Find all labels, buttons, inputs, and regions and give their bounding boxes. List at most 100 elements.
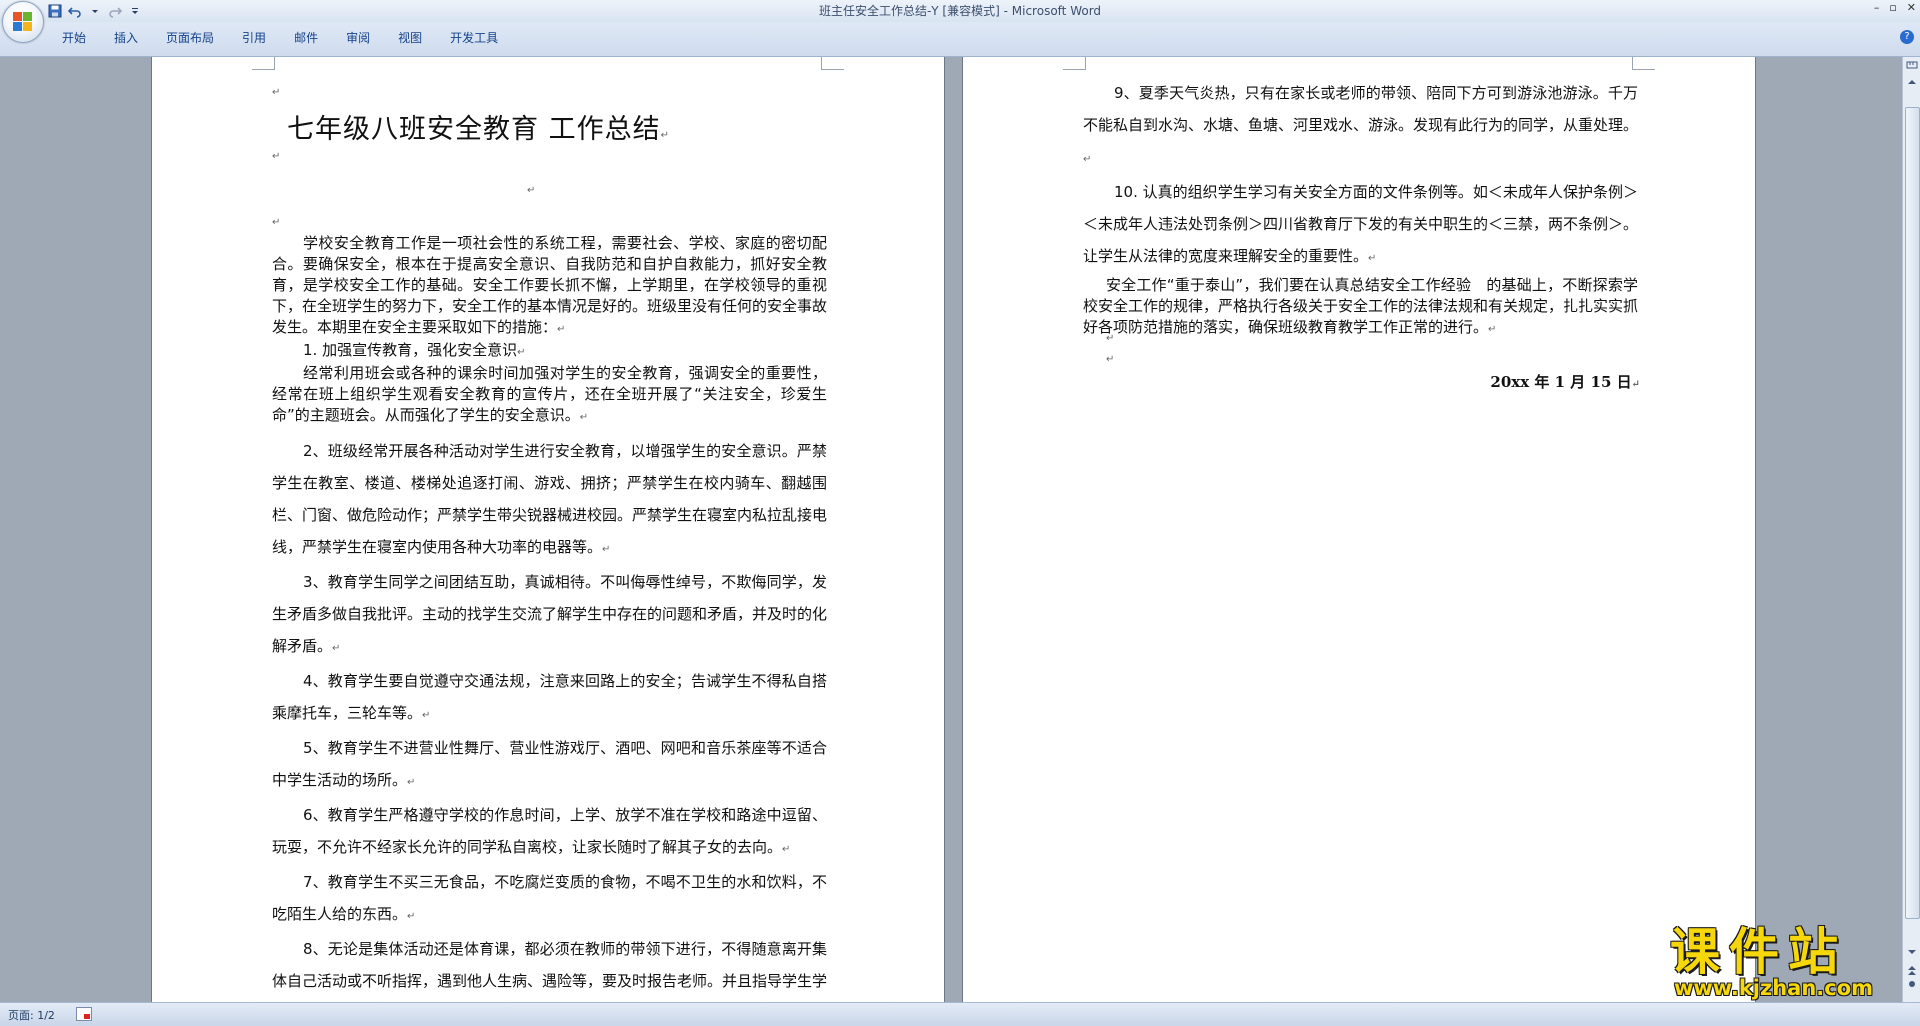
paragraph-mark: ↵ <box>527 185 536 196</box>
paragraph-mark: ↵ <box>660 130 670 141</box>
paragraph-text: 1. 加强宣传教育，强化安全意识 <box>303 341 518 359</box>
paragraph-text: 学校安全教育工作是一项社会性的系统工程，需要社会、学校、家庭的密切配合。要确保安… <box>272 234 828 336</box>
undo-icon[interactable] <box>67 4 82 18</box>
paragraph-text: 10. 认真的组织学生学习有关安全方面的文件条例等。如＜未成年人保护条例＞＜未成… <box>1083 183 1639 265</box>
document-page-1: ↵ 七年级八班安全教育 工作总结↵ ↵ ↵ ↵ 学校安全教育工作是一项社会性的系… <box>152 57 944 1002</box>
margin-corner-mark <box>252 57 275 70</box>
status-bar: 页面: 1/2 <box>0 1002 1920 1026</box>
tab-insert[interactable]: 插入 <box>100 27 152 49</box>
previous-page-icon[interactable] <box>1905 965 1918 979</box>
paragraph-text: 9、夏季天气炎热，只有在家长或老师的带领、陪同下方可到游泳池游泳。千万不能私自到… <box>1083 84 1639 134</box>
paragraph-mark: ↵ <box>557 324 566 335</box>
paragraph-mark: ↵ <box>1488 324 1497 335</box>
paragraph-mark: ↵ <box>332 643 341 654</box>
browse-object-icon[interactable] <box>1905 979 1918 993</box>
paragraph: 4、教育学生要自觉遵守交通法规，注意来回路上的安全；告诫学生不得私自搭乘摩托车，… <box>272 665 827 732</box>
paragraph: 5、教育学生不进营业性舞厅、营业性游戏厅、酒吧、网吧和音乐茶座等不适合中学生活动… <box>272 732 827 799</box>
date-signature: 20xx 年 1 月 15 日↵ <box>1490 371 1640 392</box>
document-title-text: 七年级八班安全教育 工作总结 <box>287 114 661 145</box>
paragraph-mark: ↵ <box>272 87 281 98</box>
paragraph-mark: ↵ <box>602 544 611 555</box>
paragraph: 学校安全教育工作是一项社会性的系统工程，需要社会、学校、家庭的密切配合。要确保安… <box>272 233 827 340</box>
paragraph-text: 8、无论是集体活动还是体育课，都必须在教师的带领下进行，不得随意离开集体自己活动… <box>272 940 828 990</box>
office-logo-icon <box>13 12 33 32</box>
document-name: 班主任安全工作总结-Y [兼容模式] - <box>818 4 1012 18</box>
paragraph-mark: ↵ <box>1083 154 1092 165</box>
tab-developer[interactable]: 开发工具 <box>436 27 512 49</box>
paragraph-mark: ↵ <box>1106 354 1115 365</box>
watermark-logo: 课件站 www.kjzhan.com <box>1670 924 1902 1002</box>
paragraph-mark: ↵ <box>272 217 281 228</box>
watermark-url: www.kjzhan.com <box>1674 976 1874 1000</box>
ribbon-tab-bar: 开始 插入 页面布局 引用 邮件 审阅 视图 开发工具 <box>0 22 1920 57</box>
office-button[interactable] <box>2 1 44 43</box>
watermark-text: 课件站 <box>1670 923 1847 981</box>
paragraph: 8、无论是集体活动还是体育课，都必须在教师的带领下进行，不得随意离开集体自己活动… <box>272 933 827 1002</box>
paragraph-mark: ↵ <box>782 844 791 855</box>
margin-corner-mark <box>821 57 844 70</box>
paragraph-text: 4、教育学生要自觉遵守交通法规，注意来回路上的安全；告诫学生不得私自搭乘摩托车，… <box>272 672 827 722</box>
title-bar: 班主任安全工作总结-Y [兼容模式] - Microsoft Word – ▫ … <box>0 0 1920 22</box>
tab-references[interactable]: 引用 <box>228 27 280 49</box>
paragraph-mark: ↵ <box>1106 333 1115 344</box>
scrollbar-thumb[interactable] <box>1905 107 1920 919</box>
page-counter[interactable]: 页面: 1/2 <box>8 1007 55 1023</box>
paragraph: 7、教育学生不买三无食品，不吃腐烂变质的食物，不喝不卫生的水和饮料，不吃陌生人给… <box>272 866 827 933</box>
paragraph-mark: ↵ <box>1631 379 1640 390</box>
document-body[interactable]: 学校安全教育工作是一项社会性的系统工程，需要社会、学校、家庭的密切配合。要确保安… <box>272 233 827 1002</box>
paragraph-text: 3、教育学生同学之间团结互助，真诚相待。不叫侮辱性绰号，不欺侮同学，发生矛盾多做… <box>272 573 828 655</box>
window-title: 班主任安全工作总结-Y [兼容模式] - Microsoft Word <box>0 0 1920 22</box>
ribbon-tabs: 开始 插入 页面布局 引用 邮件 审阅 视图 开发工具 <box>48 27 512 49</box>
paragraph-text: 经常利用班会或各种的课余时间加强对学生的安全教育，强调安全的重要性，经常在班上组… <box>272 364 827 424</box>
maximize-button[interactable]: ▫ <box>1889 0 1896 16</box>
customize-toolbar-icon[interactable] <box>128 4 142 18</box>
paragraph-mark: ↵ <box>407 777 416 788</box>
date-text: 20xx 年 1 月 15 日 <box>1490 373 1632 391</box>
paragraph-mark: ↵ <box>579 412 589 423</box>
app-name: Microsoft Word <box>1011 4 1102 18</box>
help-icon[interactable]: ? <box>1900 30 1914 44</box>
margin-corner-mark <box>1063 57 1086 70</box>
tab-review[interactable]: 审阅 <box>332 27 384 49</box>
paragraph-text: 6、教育学生严格遵守学校的作息时间，上学、放学不准在学校和路途中逗留、玩耍，不允… <box>272 806 827 856</box>
scroll-down-icon[interactable] <box>1905 947 1918 961</box>
paragraph-mark: ↵ <box>272 151 281 162</box>
paragraph-text: 5、教育学生不进营业性舞厅、营业性游戏厅、酒吧、网吧和音乐茶座等不适合中学生活动… <box>272 739 827 789</box>
document-page-2: 9、夏季天气炎热，只有在家长或老师的带领、陪同下方可到游泳池游泳。千万不能私自到… <box>963 57 1755 1002</box>
minimize-button[interactable]: – <box>1874 0 1880 16</box>
undo-dropdown-icon[interactable] <box>88 4 102 18</box>
quick-access-toolbar <box>48 3 142 19</box>
tab-home[interactable]: 开始 <box>48 27 100 49</box>
window-controls: – ▫ ✕ <box>1874 0 1916 16</box>
document-title[interactable]: 七年级八班安全教育 工作总结↵ <box>287 107 670 146</box>
paragraph-text: 安全工作“重于泰山”，我们要在认真总结安全工作经验 的基础上，不断探索学校安全工… <box>1083 276 1639 336</box>
paragraph: 10. 认真的组织学生学习有关安全方面的文件条例等。如＜未成年人保护条例＞＜未成… <box>1083 176 1638 275</box>
paragraph-mark: ↵ <box>1368 253 1377 264</box>
paragraph-mark: ↵ <box>517 347 526 358</box>
vertical-scrollbar[interactable] <box>1902 57 1920 1002</box>
scroll-up-icon[interactable] <box>1905 77 1918 91</box>
paragraph: 9、夏季天气炎热，只有在家长或老师的带领、陪同下方可到游泳池游泳。千万不能私自到… <box>1083 77 1638 176</box>
tab-view[interactable]: 视图 <box>384 27 436 49</box>
document-workspace: ↵ 七年级八班安全教育 工作总结↵ ↵ ↵ ↵ 学校安全教育工作是一项社会性的系… <box>0 57 1902 1002</box>
proofing-icon[interactable] <box>76 1007 92 1021</box>
paragraph-text: 7、教育学生不买三无食品，不吃腐烂变质的食物，不喝不卫生的水和饮料，不吃陌生人给… <box>272 873 827 923</box>
save-icon[interactable] <box>48 4 62 18</box>
paragraph: 6、教育学生严格遵守学校的作息时间，上学、放学不准在学校和路途中逗留、玩耍，不允… <box>272 799 827 866</box>
paragraph-text: 2、班级经常开展各种活动对学生进行安全教育，以增强学生的安全意识。严禁学生在教室… <box>272 442 828 556</box>
paragraph: 安全工作“重于泰山”，我们要在认真总结安全工作经验 的基础上，不断探索学校安全工… <box>1083 275 1638 340</box>
document-body[interactable]: 9、夏季天气炎热，只有在家长或老师的带领、陪同下方可到游泳池游泳。千万不能私自到… <box>1083 77 1638 340</box>
paragraph: 3、教育学生同学之间团结互助，真诚相待。不叫侮辱性绰号，不欺侮同学，发生矛盾多做… <box>272 566 827 665</box>
ruler-toggle-icon[interactable] <box>1905 59 1918 73</box>
tab-page-layout[interactable]: 页面布局 <box>152 27 228 49</box>
paragraph-mark: ↵ <box>407 911 416 922</box>
margin-corner-mark <box>1632 57 1655 70</box>
paragraph: 经常利用班会或各种的课余时间加强对学生的安全教育，强调安全的重要性，经常在班上组… <box>272 363 827 428</box>
redo-icon[interactable] <box>108 4 123 18</box>
paragraph: 1. 加强宣传教育，强化安全意识↵ <box>272 340 827 363</box>
tab-mailings[interactable]: 邮件 <box>280 27 332 49</box>
paragraph: 2、班级经常开展各种活动对学生进行安全教育，以增强学生的安全意识。严禁学生在教室… <box>272 435 827 566</box>
close-button[interactable]: ✕ <box>1907 0 1916 16</box>
paragraph-mark: ↵ <box>422 710 431 721</box>
